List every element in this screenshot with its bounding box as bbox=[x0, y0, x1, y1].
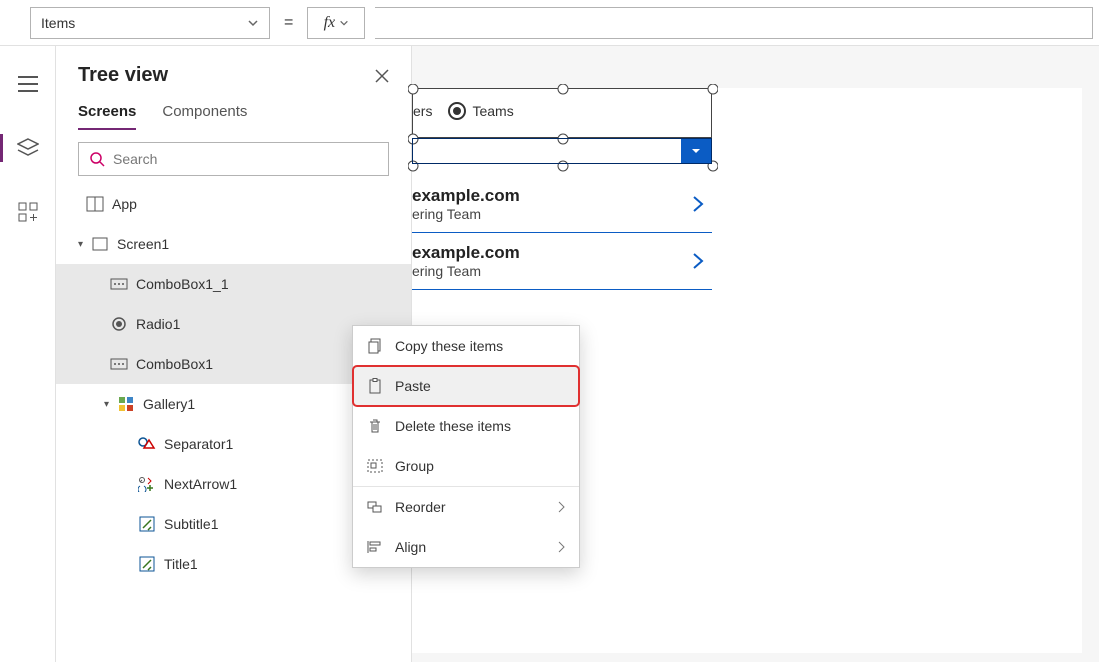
chevron-down-icon bbox=[689, 144, 703, 158]
tab-screens[interactable]: Screens bbox=[78, 103, 136, 130]
app-icon bbox=[86, 195, 104, 213]
tree-node-label: Subtitle1 bbox=[164, 516, 218, 532]
context-menu: Copy these items Paste Delete these item… bbox=[352, 325, 580, 568]
left-rail bbox=[0, 46, 56, 662]
chevron-down-icon bbox=[247, 17, 259, 29]
search-wrap: Search bbox=[56, 130, 411, 184]
group-icon bbox=[367, 458, 383, 474]
ctx-reorder-label: Reorder bbox=[395, 499, 446, 515]
gallery-item[interactable]: example.com ering Team bbox=[412, 176, 712, 233]
paste-icon bbox=[367, 378, 383, 394]
fx-icon: fx bbox=[324, 14, 336, 32]
formula-input[interactable] bbox=[375, 7, 1093, 39]
tree-node-app[interactable]: App bbox=[56, 184, 411, 224]
separator-icon bbox=[138, 435, 156, 453]
search-placeholder: Search bbox=[113, 151, 157, 167]
insert-rail-button[interactable] bbox=[8, 194, 48, 230]
tab-components[interactable]: Components bbox=[162, 103, 247, 130]
gallery-item-title: example.com bbox=[412, 243, 520, 263]
hamburger-button[interactable] bbox=[8, 66, 48, 102]
ctx-reorder[interactable]: Reorder bbox=[353, 487, 579, 527]
tree-node-label: Separator1 bbox=[164, 436, 233, 452]
combobox-control[interactable] bbox=[412, 138, 712, 164]
ctx-paste-label: Paste bbox=[395, 378, 431, 394]
chevron-down-icon bbox=[339, 18, 349, 28]
search-icon bbox=[89, 151, 105, 167]
copy-icon bbox=[367, 338, 383, 354]
align-icon bbox=[367, 539, 383, 555]
formula-bar: Items = fx bbox=[0, 0, 1099, 46]
tree-node-label: NextArrow1 bbox=[164, 476, 237, 492]
close-icon bbox=[375, 69, 389, 83]
tree-node-label: ComboBox1 bbox=[136, 356, 213, 372]
chevron-right-icon[interactable] bbox=[690, 194, 706, 214]
tree-node-combobox1-1[interactable]: ComboBox1_1 bbox=[56, 264, 411, 304]
fx-button[interactable]: fx bbox=[307, 7, 365, 39]
tree-title: Tree view bbox=[78, 64, 168, 87]
radio-options: ers Teams bbox=[413, 102, 514, 120]
nextarrow-icon bbox=[138, 475, 156, 493]
text-icon bbox=[138, 555, 156, 573]
ctx-delete-label: Delete these items bbox=[395, 418, 511, 434]
radio-option-2[interactable]: Teams bbox=[448, 102, 513, 120]
ctx-delete[interactable]: Delete these items bbox=[353, 406, 579, 446]
radio-icon bbox=[110, 315, 128, 333]
collapse-icon[interactable]: ▾ bbox=[104, 399, 109, 410]
tree-node-label: ComboBox1_1 bbox=[136, 276, 229, 292]
tree-node-label: App bbox=[112, 196, 137, 212]
close-button[interactable] bbox=[375, 69, 389, 83]
equals-label: = bbox=[280, 14, 297, 32]
gallery-control: example.com ering Team example.com ering… bbox=[412, 176, 712, 290]
gallery-icon bbox=[117, 395, 135, 413]
chevron-right-icon bbox=[557, 501, 565, 513]
ctx-align[interactable]: Align bbox=[353, 527, 579, 567]
tree-node-label: Gallery1 bbox=[143, 396, 195, 412]
grid-plus-icon bbox=[18, 202, 38, 222]
text-icon bbox=[138, 515, 156, 533]
search-input[interactable]: Search bbox=[78, 142, 389, 176]
trash-icon bbox=[367, 418, 383, 434]
combobox-icon bbox=[110, 275, 128, 293]
property-dropdown-label: Items bbox=[41, 15, 75, 31]
tree-node-label: Radio1 bbox=[136, 316, 180, 332]
chevron-right-icon[interactable] bbox=[690, 251, 706, 271]
tree-node-screen1[interactable]: ▾ Screen1 bbox=[56, 224, 411, 264]
gallery-item-title: example.com bbox=[412, 186, 520, 206]
tree-header: Tree view bbox=[56, 46, 411, 97]
reorder-icon bbox=[367, 499, 383, 515]
layers-icon bbox=[17, 138, 39, 158]
property-dropdown[interactable]: Items bbox=[30, 7, 270, 39]
hamburger-icon bbox=[18, 76, 38, 92]
screen-icon bbox=[91, 235, 109, 253]
radio-option-2-label: Teams bbox=[472, 103, 513, 119]
radio-dot-on-icon bbox=[448, 102, 466, 120]
selected-radio-control[interactable]: ers Teams bbox=[412, 88, 712, 138]
combobox-drop-button[interactable] bbox=[681, 139, 711, 163]
radio-option-1[interactable]: ers bbox=[413, 103, 432, 119]
gallery-item-subtitle: ering Team bbox=[412, 263, 520, 279]
tree-node-label: Screen1 bbox=[117, 236, 169, 252]
ctx-align-label: Align bbox=[395, 539, 426, 555]
combobox-icon bbox=[110, 355, 128, 373]
ctx-group-label: Group bbox=[395, 458, 434, 474]
radio-option-1-label: ers bbox=[413, 103, 432, 119]
tree-node-label: Title1 bbox=[164, 556, 198, 572]
tree-tabs: Screens Components bbox=[56, 97, 411, 130]
ctx-group[interactable]: Group bbox=[353, 446, 579, 486]
gallery-item-subtitle: ering Team bbox=[412, 206, 520, 222]
ctx-copy-label: Copy these items bbox=[395, 338, 503, 354]
collapse-icon[interactable]: ▾ bbox=[78, 239, 83, 250]
chevron-right-icon bbox=[557, 541, 565, 553]
gallery-item[interactable]: example.com ering Team bbox=[412, 233, 712, 290]
ctx-copy[interactable]: Copy these items bbox=[353, 326, 579, 366]
tree-view-rail-button[interactable] bbox=[8, 130, 48, 166]
ctx-paste[interactable]: Paste bbox=[353, 366, 579, 406]
